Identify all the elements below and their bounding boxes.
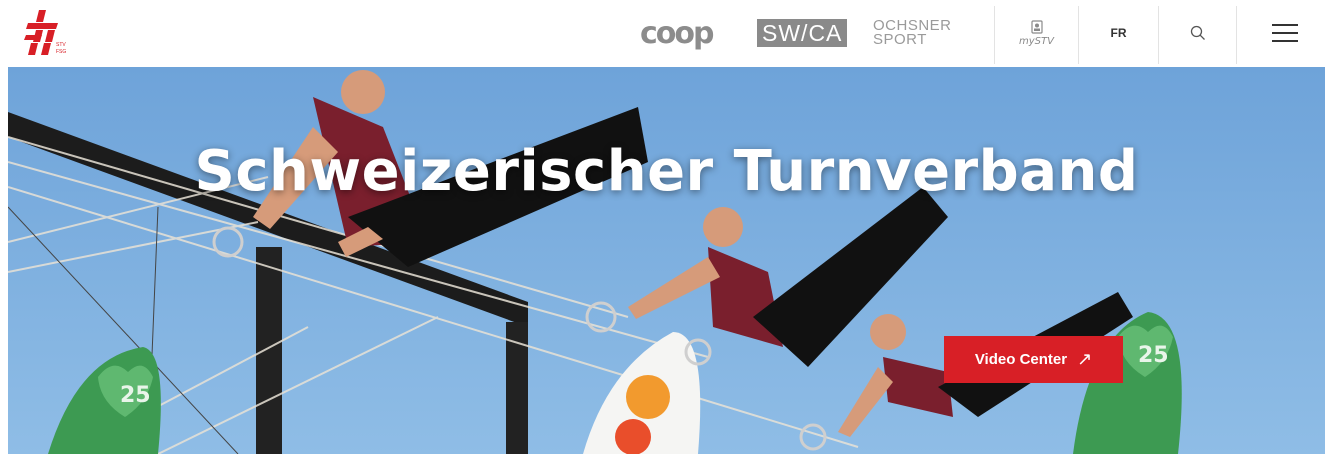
video-center-label: Video Center [974,351,1068,368]
sponsor-ochsner-link[interactable]: OCHSNER SPORT [873,0,973,66]
sponsor-coop-logo: coop [640,15,714,51]
hamburger-menu-icon [1271,24,1298,42]
search-icon [1190,25,1205,40]
banner-25-text: 25 [120,383,151,408]
video-center-button[interactable]: Video Center ↗ [944,336,1123,383]
sponsor-ochsner-line2: SPORT [873,31,927,48]
mystv-label: mySTV [1019,35,1054,47]
sponsor-swica-logo: SW/CA [757,19,848,47]
main-menu-button[interactable] [1237,0,1332,66]
mystv-icon [1030,19,1043,34]
stv-logo[interactable]: STV FSG [22,8,70,58]
sponsor-swica-link[interactable]: SW/CA [757,0,848,66]
svg-text:FSG: FSG [56,49,66,55]
hero-gymnasts-image: 25 25 [8,67,1325,454]
stv-logo-icon: STV FSG [24,10,66,55]
hero-banner: 25 25 Schweizerischer Turnverband Video … [8,67,1325,454]
arrow-up-right-icon: ↗ [1077,349,1093,369]
language-switch-button[interactable]: FR [1079,0,1158,66]
mystv-login-button[interactable]: mySTV [995,0,1078,66]
sponsor-coop-link[interactable]: coop [640,0,730,66]
site-header: STV FSG coop SW/CA OCHSNER SPORT mySTV F… [0,0,1332,66]
search-button[interactable] [1159,0,1236,66]
svg-text:STV: STV [56,42,66,48]
hero-title: Schweizerischer Turnverband [194,139,1139,204]
banner-25-text: 25 [1138,343,1169,368]
